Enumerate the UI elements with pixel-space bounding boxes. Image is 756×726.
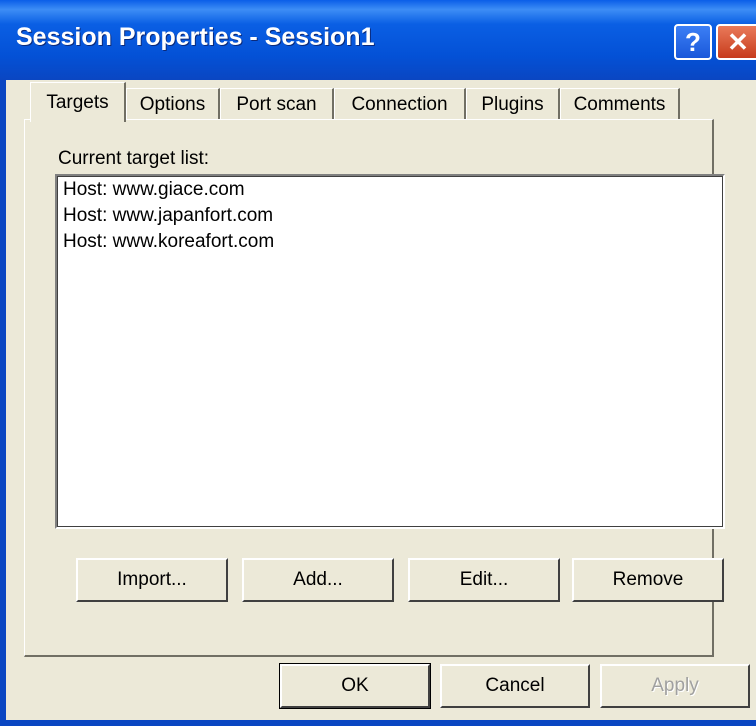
edit-button-label: Edit... <box>459 569 509 590</box>
close-button[interactable]: ✕ <box>716 24 756 60</box>
target-listbox[interactable]: Host: www.giace.com Host: www.japanfort.… <box>55 174 725 529</box>
cancel-button-label: Cancel <box>485 675 545 696</box>
current-target-list-label: Current target list: <box>58 148 209 169</box>
add-button[interactable]: Add... <box>242 558 394 602</box>
apply-button-label: Apply <box>651 675 699 696</box>
tab-label: Options <box>139 93 206 115</box>
import-button[interactable]: Import... <box>76 558 228 602</box>
tab-label: Connection <box>351 93 448 115</box>
tab-port-scan[interactable]: Port scan <box>220 88 334 120</box>
cancel-button[interactable]: Cancel <box>440 664 590 708</box>
list-item[interactable]: Host: www.koreafort.com <box>63 231 274 253</box>
window-frame-left <box>0 80 6 726</box>
apply-button[interactable]: Apply <box>600 664 750 708</box>
close-icon: ✕ <box>727 26 749 57</box>
add-button-label: Add... <box>293 569 343 590</box>
tab-options[interactable]: Options <box>126 88 220 120</box>
list-item[interactable]: Host: www.giace.com <box>63 179 245 201</box>
list-item[interactable]: Host: www.japanfort.com <box>63 205 273 227</box>
tab-comments[interactable]: Comments <box>560 88 680 120</box>
edit-button[interactable]: Edit... <box>408 558 560 602</box>
session-properties-dialog: Session Properties - Session1 ? ✕ Target… <box>0 0 756 726</box>
window-title: Session Properties - Session1 <box>16 23 375 51</box>
import-button-label: Import... <box>117 569 187 590</box>
tab-connection[interactable]: Connection <box>334 88 466 120</box>
tab-label: Comments <box>573 93 666 115</box>
help-button[interactable]: ? <box>674 24 712 60</box>
tab-label: Port scan <box>236 93 317 115</box>
ok-button[interactable]: OK <box>279 663 431 709</box>
tab-label: Plugins <box>481 93 544 115</box>
window-frame-bottom <box>0 720 756 726</box>
title-bar[interactable]: Session Properties - Session1 ? ✕ <box>0 0 756 80</box>
remove-button-label: Remove <box>612 569 684 590</box>
help-icon: ? <box>685 26 701 57</box>
tab-plugins[interactable]: Plugins <box>466 88 560 120</box>
remove-button[interactable]: Remove <box>572 558 724 602</box>
tab-targets[interactable]: Targets <box>30 82 126 122</box>
ok-button-label: OK <box>341 675 369 696</box>
tab-label: Targets <box>46 91 109 113</box>
